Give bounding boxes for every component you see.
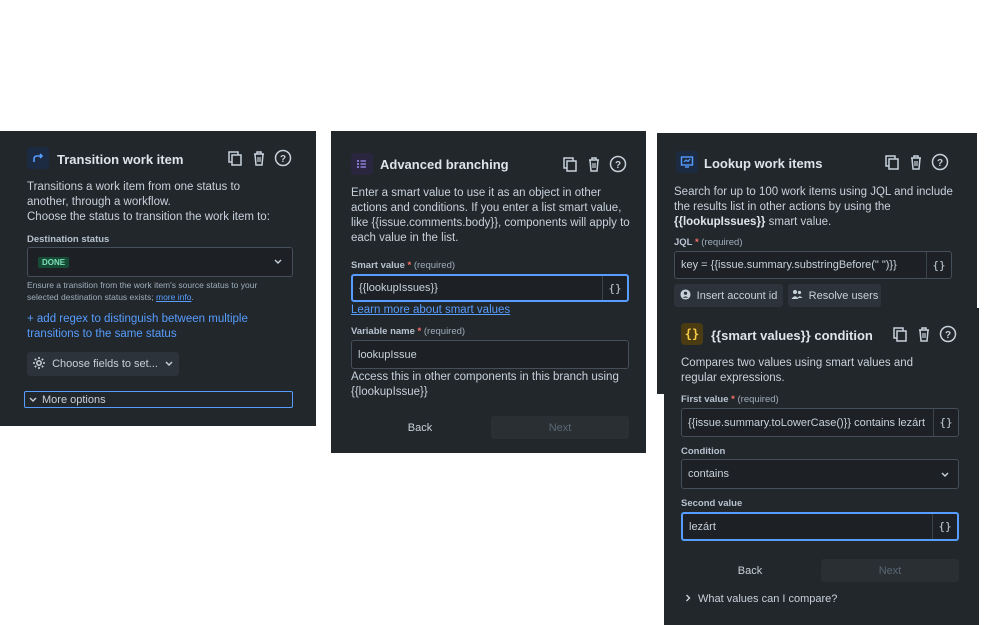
more-options-toggle[interactable]: More options [24, 391, 293, 408]
destination-status-label: Destination status [27, 234, 110, 245]
back-button[interactable]: Back [351, 416, 489, 439]
trash-icon[interactable] [907, 153, 925, 171]
smart-value-braces-icon: {} [681, 323, 703, 345]
help-icon[interactable]: ? [939, 325, 957, 343]
copy-icon[interactable] [561, 155, 579, 173]
panel-description: Enter a smart value to use it as an obje… [351, 187, 630, 244]
panel-title: Lookup work items [704, 156, 823, 171]
transition-work-item-panel: Transition work item ? Transitions a wor… [0, 131, 316, 426]
lookup-issues-smart-value: {{lookupIssues}} [674, 216, 766, 228]
smart-values-condition-panel: {} {{smart values}} condition ? Compares… [664, 308, 979, 625]
svg-text:?: ? [615, 160, 621, 171]
copy-icon[interactable] [891, 325, 909, 343]
smart-value-picker-button[interactable]: {} [926, 252, 951, 278]
access-hint: Access this in other components in this … [351, 371, 619, 398]
users-icon [791, 289, 803, 303]
insert-account-id-button[interactable]: Insert account id [674, 284, 783, 307]
more-options-label: More options [42, 393, 106, 406]
chevron-down-icon [940, 469, 950, 482]
help-icon[interactable]: ? [609, 155, 627, 173]
gear-icon [32, 356, 46, 373]
copy-icon[interactable] [883, 153, 901, 171]
destination-status-select[interactable]: DONE [27, 247, 293, 277]
transition-icon [27, 147, 49, 169]
back-button[interactable]: Back [681, 559, 819, 582]
smart-value-picker-button[interactable]: {} [932, 514, 957, 539]
first-value-input[interactable]: {{issue.summary.toLowerCase()}} contains… [681, 408, 959, 437]
trash-icon[interactable] [250, 149, 268, 167]
next-button[interactable]: Next [821, 559, 959, 582]
panel-description: Transitions a work item from one status … [27, 181, 241, 208]
condition-select[interactable]: contains [681, 459, 959, 489]
panel-title: {{smart values}} condition [711, 328, 873, 343]
condition-label: Condition [681, 446, 726, 457]
panel-instruction: Choose the status to transition the work… [27, 211, 270, 223]
transition-hint: Ensure a transition from the work item's… [27, 280, 258, 302]
choose-fields-label: Choose fields to set... [52, 358, 158, 370]
help-icon[interactable]: ? [931, 153, 949, 171]
jql-input[interactable]: key = {{issue.summary.substringBefore(" … [674, 251, 952, 279]
user-icon [680, 288, 691, 303]
chevron-down-icon [164, 358, 174, 371]
panel-toolbar: ? [561, 155, 627, 173]
trash-icon[interactable] [585, 155, 603, 173]
branch-list-icon [351, 153, 373, 175]
chevron-down-icon [273, 256, 283, 269]
status-lozenge: DONE [38, 256, 70, 268]
learn-more-link[interactable]: Learn more about smart values [351, 303, 510, 318]
panel-title: Advanced branching [380, 157, 509, 172]
compare-values-toggle[interactable]: What values can I compare? [684, 593, 837, 605]
trash-icon[interactable] [915, 325, 933, 343]
more-info-link[interactable]: more info [156, 292, 191, 302]
panel-description: Search for up to 100 work items using JQ… [674, 186, 953, 228]
add-regex-link[interactable]: + add regex to distinguish between multi… [27, 312, 299, 342]
svg-text:?: ? [937, 158, 943, 169]
variable-name-label: Variable name * (required) [351, 326, 466, 337]
chevron-down-icon [29, 394, 37, 406]
copy-icon[interactable] [226, 149, 244, 167]
panel-title: Transition work item [57, 152, 184, 167]
advanced-branching-panel: Advanced branching ? Enter a smart value… [331, 131, 646, 453]
jql-label: JQL * (required) [674, 237, 743, 248]
svg-text:?: ? [280, 154, 286, 165]
choose-fields-button[interactable]: Choose fields to set... [27, 352, 179, 376]
first-value-label: First value * (required) [681, 394, 779, 405]
panel-toolbar: ? [883, 153, 949, 171]
lookup-icon [676, 151, 698, 173]
svg-text:?: ? [945, 330, 951, 341]
smart-value-input[interactable]: {{lookupIssues}} {} [351, 274, 629, 302]
second-value-input[interactable]: lezárt {} [681, 512, 959, 541]
chevron-right-icon [684, 593, 692, 605]
resolve-users-button[interactable]: Resolve users [788, 284, 881, 307]
smart-value-picker-button[interactable]: {} [933, 409, 958, 436]
panel-description: Compares two values using smart values a… [681, 357, 914, 384]
variable-name-input[interactable]: lookupIssue [351, 340, 629, 369]
panel-toolbar: ? [891, 325, 957, 343]
help-icon[interactable]: ? [274, 149, 292, 167]
second-value-label: Second value [681, 498, 743, 509]
panel-toolbar: ? [226, 149, 292, 167]
next-button[interactable]: Next [491, 416, 629, 439]
smart-value-label: Smart value * (required) [351, 260, 456, 271]
smart-value-picker-button[interactable]: {} [602, 276, 627, 300]
